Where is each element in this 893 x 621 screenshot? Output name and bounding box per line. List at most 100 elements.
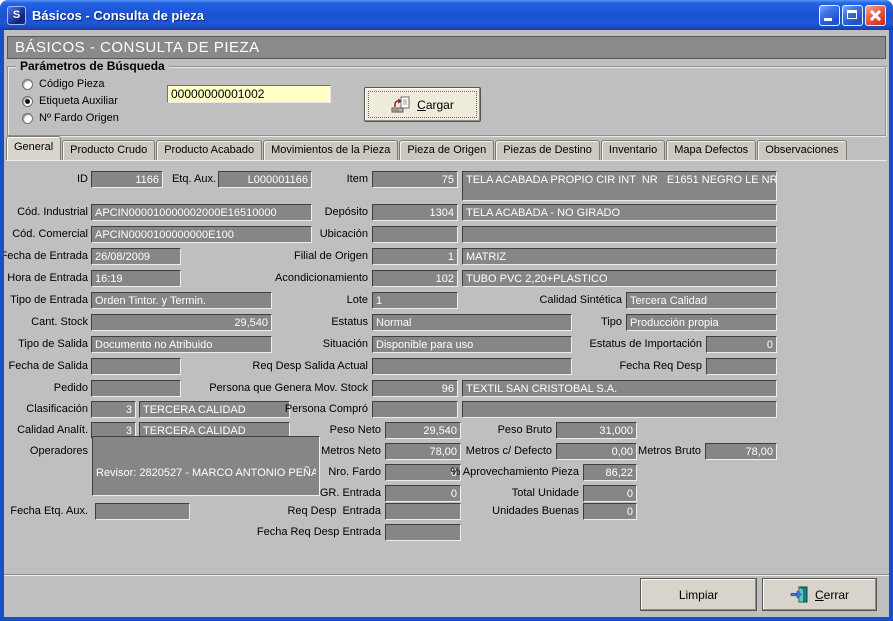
calidad-sintetica-field: Tercera Calidad xyxy=(626,292,777,309)
operadores-label: Operadores xyxy=(4,443,88,460)
group-title: Parámetros de Búsqueda xyxy=(16,59,169,73)
metros-neto-field: 78,00 xyxy=(385,443,461,460)
tab-general[interactable]: General xyxy=(6,136,61,160)
item-label: Item xyxy=(276,171,368,188)
radio-button[interactable] xyxy=(22,113,33,124)
minimize-button[interactable] xyxy=(819,5,840,26)
radio-label: Código Pieza xyxy=(39,78,104,90)
fecha-entrada-field: 26/08/2009 xyxy=(91,248,181,265)
metros-bruto-label: Metros Bruto xyxy=(609,443,701,460)
cargar-label: Cargar xyxy=(417,98,454,112)
operadores-line1: Revisor: 2820527 - MARCO ANTONIO PEÑA LO xyxy=(96,466,316,480)
deposito-label: Depósito xyxy=(276,204,368,221)
pedido-field xyxy=(91,380,181,397)
tab-mapa-defectos[interactable]: Mapa Defectos xyxy=(666,140,756,160)
tipo-entrada-field: Orden Tintor. y Termin. xyxy=(91,292,272,309)
situacion-field: Disponible para uso xyxy=(372,336,572,353)
radio-etiqueta-auxiliar[interactable]: Etiqueta Auxiliar xyxy=(22,94,118,108)
total-unidade-label: Total Unidade xyxy=(459,485,579,502)
ubicacion-field xyxy=(372,226,458,243)
gr-entrada-label: GR. Entrada xyxy=(289,485,381,502)
lote-label: Lote xyxy=(276,292,368,309)
tab-movimientos-pieza[interactable]: Movimientos de la Pieza xyxy=(263,140,398,160)
persona-compro-label: Persona Compró xyxy=(276,401,368,418)
cant-stock-label: Cant. Stock xyxy=(4,314,88,331)
titlebar[interactable]: Básicos - Consulta de pieza xyxy=(0,0,893,30)
load-page-icon xyxy=(391,96,411,114)
filial-origen-field: 1 xyxy=(372,248,458,265)
app-logo-icon xyxy=(7,6,26,25)
fecha-req-desp-entrada-label: Fecha Req Desp Entrada xyxy=(229,524,381,541)
close-button[interactable] xyxy=(865,5,886,26)
radio-label: Nº Fardo Origen xyxy=(39,112,119,124)
etq-aux-label: Etq. Aux. xyxy=(124,171,216,188)
estatus-importacion-label: Estatus de Importación xyxy=(554,336,702,353)
minimize-icon xyxy=(824,18,832,21)
radio-button[interactable] xyxy=(22,79,33,90)
maximize-icon xyxy=(847,10,857,19)
aprovechamiento-label: % Aprovechamiento Pieza xyxy=(414,464,579,481)
radio-codigo-pieza[interactable]: Código Pieza xyxy=(22,77,104,91)
tab-strip: General Producto Crudo Producto Acabado … xyxy=(6,137,848,160)
deposito-desc-field: TELA ACABADA - NO GIRADO xyxy=(462,204,777,221)
tipo-salida-field: Documento no Atribuido xyxy=(91,336,272,353)
operadores-field: Revisor: 2820527 - MARCO ANTONIO PEÑA LO… xyxy=(92,436,320,496)
acondicionamiento-field: 102 xyxy=(372,270,458,287)
req-desp-salida-actual-label: Req Desp Salida Actual xyxy=(184,358,368,375)
cerrar-label: Cerrar xyxy=(815,588,849,602)
cargar-button[interactable]: Cargar xyxy=(364,87,481,122)
nro-fardo-label: Nro. Fardo xyxy=(289,464,381,481)
filial-origen-label: Filial de Origen xyxy=(184,248,368,265)
acondicionamiento-label: Acondicionamiento xyxy=(184,270,368,287)
hora-entrada-field: 16:19 xyxy=(91,270,181,287)
window-controls xyxy=(819,5,886,26)
window-title: Básicos - Consulta de pieza xyxy=(32,8,819,23)
page-title: BÁSICOS - CONSULTA DE PIEZA xyxy=(7,36,886,59)
fecha-etq-aux-field xyxy=(95,503,190,520)
tab-producto-acabado[interactable]: Producto Acabado xyxy=(156,140,262,160)
persona-compro-field xyxy=(372,401,458,418)
deposito-field: 1304 xyxy=(372,204,458,221)
persona-genera-desc-field: TEXTIL SAN CRISTOBAL S.A. xyxy=(462,380,777,397)
clasificacion-field: 3 xyxy=(91,401,136,418)
tab-piezas-destino[interactable]: Piezas de Destino xyxy=(495,140,600,160)
application-window: Básicos - Consulta de pieza BÁSICOS - CO… xyxy=(0,0,893,621)
footer-separator xyxy=(4,574,889,576)
search-input[interactable] xyxy=(167,85,331,103)
tab-producto-crudo[interactable]: Producto Crudo xyxy=(62,140,155,160)
cod-industrial-label: Cód. Industrial xyxy=(4,204,88,221)
fecha-salida-label: Fecha de Salida xyxy=(4,358,88,375)
acondicionamiento-desc-field: TUBO PVC 2,20+PLASTICO xyxy=(462,270,777,287)
unidades-buenas-label: Unidades Buenas xyxy=(459,503,579,520)
id-label: ID xyxy=(4,171,88,188)
req-desp-entrada-field xyxy=(385,503,461,520)
radio-button[interactable] xyxy=(22,96,33,107)
radio-label: Etiqueta Auxiliar xyxy=(39,95,118,107)
ubicacion-label: Ubicación xyxy=(276,226,368,243)
maximize-button[interactable] xyxy=(842,5,863,26)
lote-field: 1 xyxy=(372,292,458,309)
peso-bruto-label: Peso Bruto xyxy=(460,422,552,439)
calidad-analit-label: Calidad Analít. xyxy=(4,422,88,439)
tab-pieza-origen[interactable]: Pieza de Origen xyxy=(399,140,494,160)
radio-fardo-origen[interactable]: Nº Fardo Origen xyxy=(22,111,119,125)
tipo-salida-label: Tipo de Salida xyxy=(4,336,88,353)
cerrar-button[interactable]: Cerrar xyxy=(762,578,877,611)
req-desp-salida-actual-field xyxy=(372,358,572,375)
persona-genera-label: Persona que Genera Mov. Stock xyxy=(179,380,368,397)
ubicacion-desc-field xyxy=(462,226,777,243)
peso-bruto-field: 31,000 xyxy=(556,422,637,439)
limpiar-button[interactable]: Limpiar xyxy=(640,578,757,611)
tipo-entrada-label: Tipo de Entrada xyxy=(4,292,88,309)
search-parameters-group: Parámetros de Búsqueda Código Pieza Etiq… xyxy=(7,66,886,136)
persona-compro-desc-field xyxy=(462,401,777,418)
fecha-entrada-label: Fecha de Entrada xyxy=(4,248,88,265)
tab-inventario[interactable]: Inventario xyxy=(601,140,665,160)
tab-observaciones[interactable]: Observaciones xyxy=(757,140,846,160)
metros-bruto-field: 78,00 xyxy=(705,443,777,460)
calidad-sintetica-label: Calidad Sintética xyxy=(474,292,622,309)
filial-desc-field: MATRIZ xyxy=(462,248,777,265)
item-desc-field: TELA ACABADA PROPIO CIR INT NR E1651 NEG… xyxy=(462,171,777,201)
fecha-salida-field xyxy=(91,358,181,375)
estatus-label: Estatus xyxy=(276,314,368,331)
